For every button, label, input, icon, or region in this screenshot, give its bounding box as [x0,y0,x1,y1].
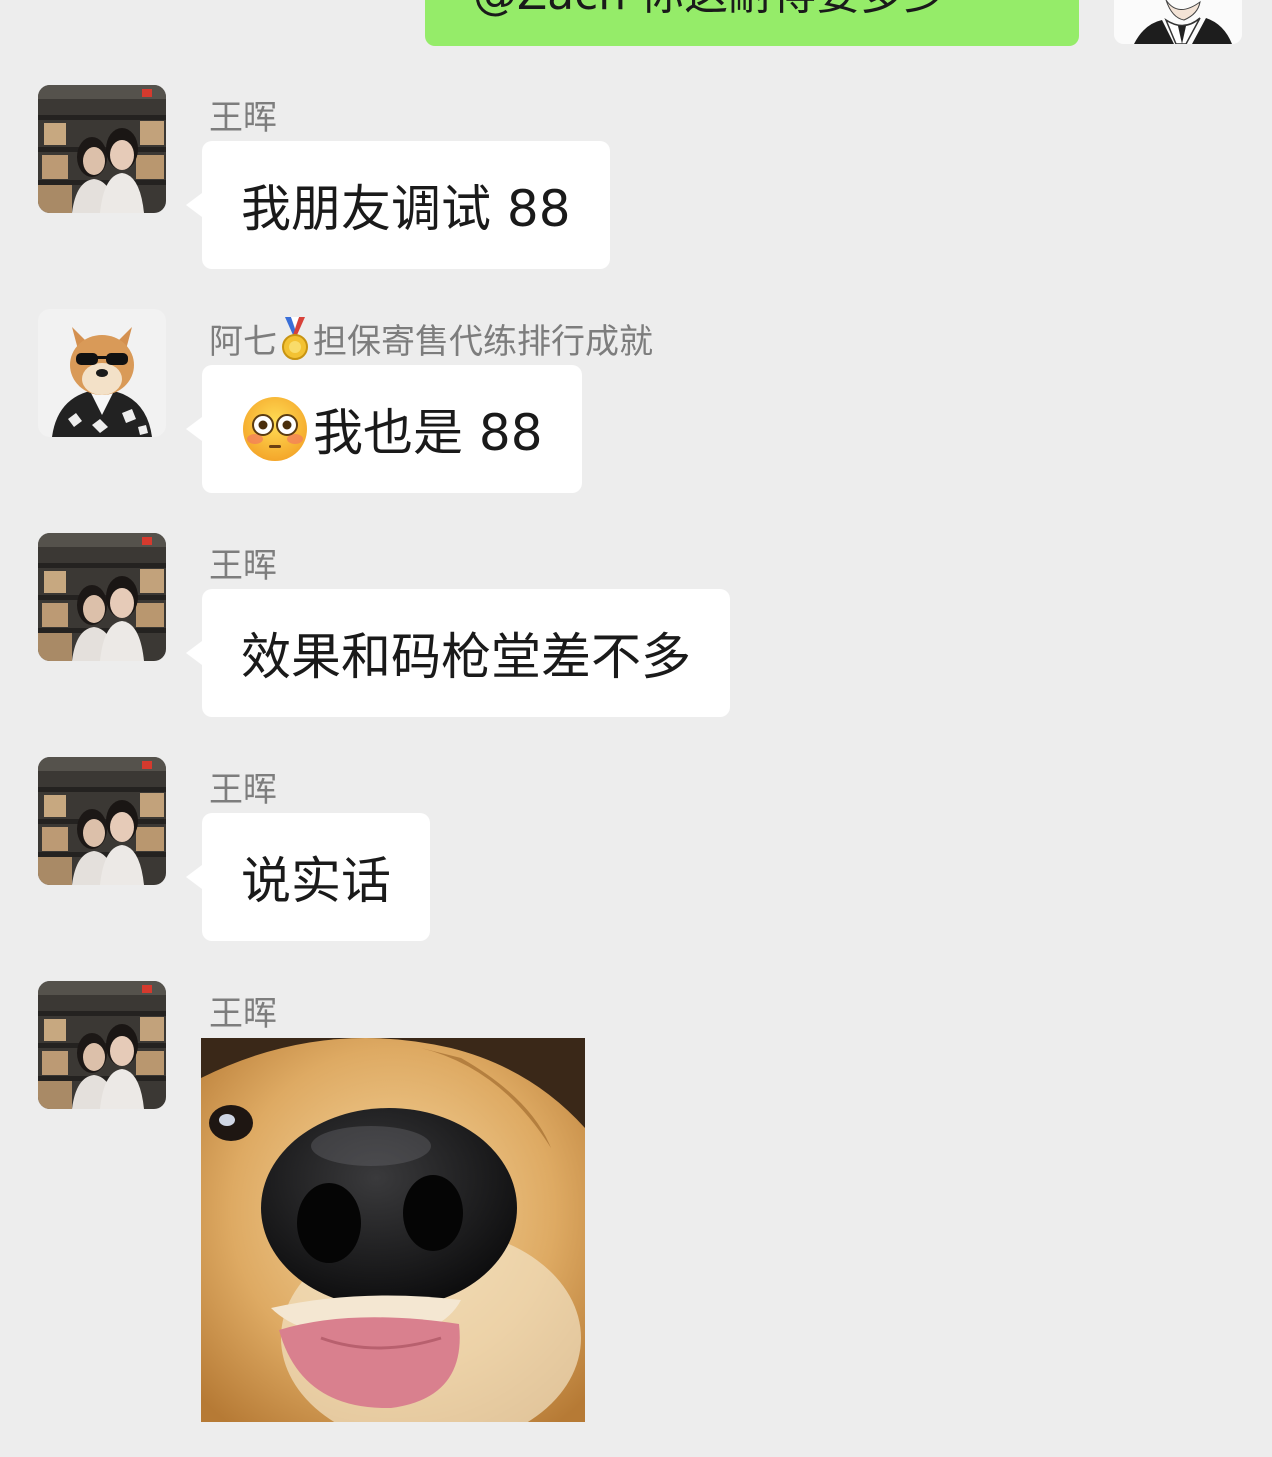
avatar[interactable] [38,309,166,437]
message-text: 效果和码枪堂差不多 [241,628,691,686]
message-text: 我也是 88 [313,404,543,462]
avatar[interactable] [38,85,166,213]
message-bubble[interactable]: 效果和码枪堂差不多 [186,589,730,717]
sender-title: 担保寄售代练排行成就 [313,322,653,362]
sender-name: 王晖 [209,98,277,138]
sender-name: 王晖 [209,994,277,1034]
sender-name: 阿七 [209,322,277,362]
avatar[interactable] [38,533,166,661]
message-text: 我朋友调试 88 [241,180,571,238]
avatar[interactable] [38,981,166,1109]
outgoing-message-bubble[interactable]: @Zach 你这耐得要多少 [425,0,1079,46]
message-bubble[interactable]: 我朋友调试 88 [186,141,610,269]
message-bubble[interactable]: 我也是 88 [186,365,582,493]
medal-icon [281,317,309,361]
chat-area: @Zach 你这耐得要多少 王晖 我朋友调试 88 阿七 担保寄售代练排行成就 … [0,0,1272,1457]
sender-name-group: 阿七 担保寄售代练排行成就 [209,314,653,363]
dog-sticker-image[interactable] [201,1038,585,1422]
flushed-face-icon [241,395,309,463]
avatar[interactable] [38,757,166,885]
outgoing-message-text: @Zach 你这耐得要多少 [473,0,948,22]
sender-name: 王晖 [209,770,277,810]
sender-name: 王晖 [209,546,277,586]
message-text: 说实话 [241,852,391,910]
message-bubble[interactable]: 说实话 [186,813,430,941]
my-avatar[interactable] [1114,0,1242,44]
